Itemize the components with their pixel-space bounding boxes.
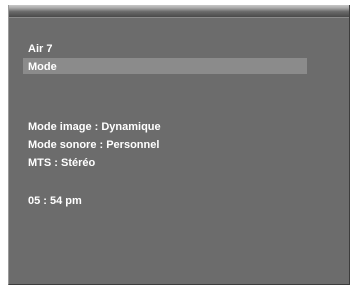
channel-label: Air 7 xyxy=(28,43,53,55)
clock-display: 05 : 54 pm xyxy=(28,195,82,207)
picture-mode-status: Mode image : Dynamique xyxy=(28,121,161,133)
mode-highlight-bar[interactable] xyxy=(23,58,307,74)
mts-status: MTS : Stéréo xyxy=(28,157,96,169)
menu-item-mode[interactable]: Mode xyxy=(28,60,57,74)
sound-mode-status: Mode sonore : Personnel xyxy=(28,139,160,151)
screen-top-bevel xyxy=(9,5,349,18)
tv-screen: Air 7 Mode Mode image : Dynamique Mode s… xyxy=(8,5,350,285)
